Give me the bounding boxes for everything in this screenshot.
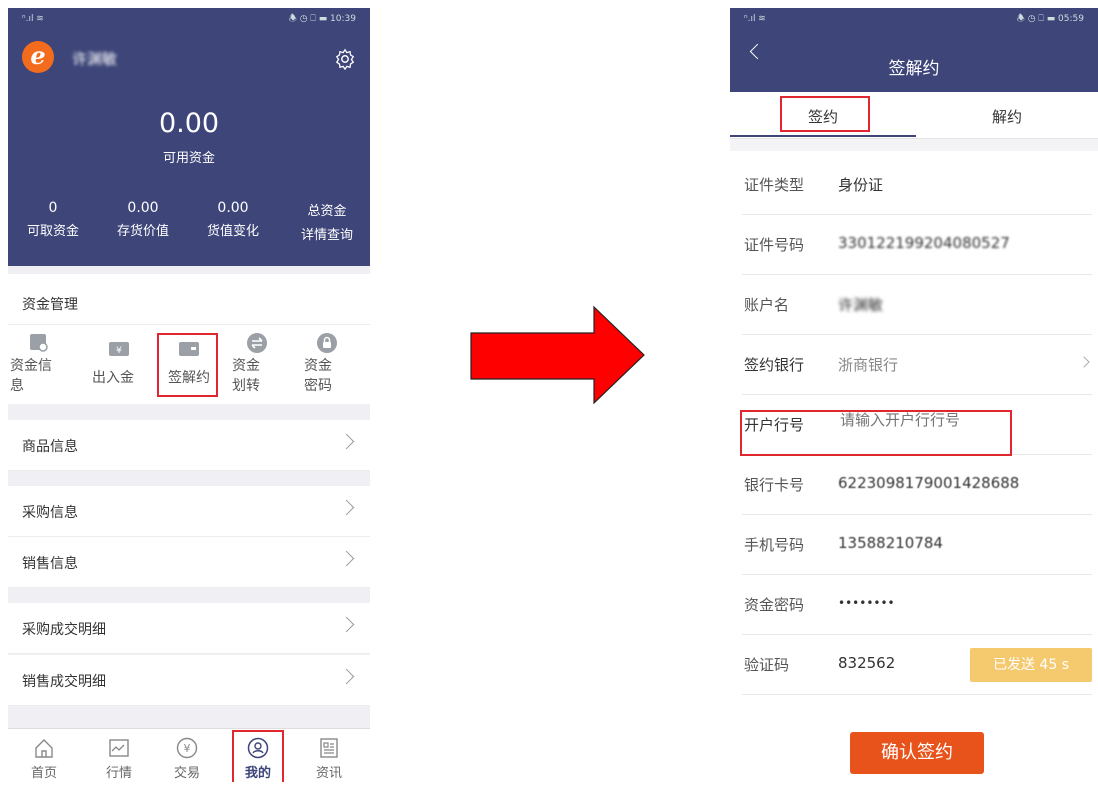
function-label: 资金信息 [10, 358, 52, 394]
fund-info-icon [30, 334, 48, 352]
highlight-tab-sign [780, 96, 870, 132]
right-phone-screen: ⁿ.ıl ≋ 🕭 ◷ ⎕ ▬ 05:59 签解约 签约 解约 证件类型 身份证 证… [730, 8, 1098, 782]
verify-code-input[interactable]: 832562 [838, 654, 895, 672]
highlight-nav-mine [232, 730, 284, 782]
deposit-icon: ¥ [109, 342, 129, 356]
menu-item-purchase-info[interactable]: 采购信息 [8, 486, 370, 537]
total-funds-link[interactable]: 总资金 详情查询 [284, 200, 370, 243]
status-time: 🕭 ◷ ⎕ ▬ 10:39 [288, 14, 356, 24]
nav-news[interactable]: 资讯 [304, 729, 354, 782]
chevron-right-icon [338, 668, 355, 685]
signal-indicator: ⁿ.ıl ≋ [744, 14, 766, 24]
chevron-right-icon [338, 499, 355, 516]
menu-item-sales-info[interactable]: 销售信息 [8, 537, 370, 588]
chevron-right-icon [338, 616, 355, 633]
available-balance-label: 可用资金 [162, 151, 215, 166]
field-phone: 手机号码 13588210784 [742, 514, 1092, 575]
field-card-number: 银行卡号 6223098179001428688 [742, 454, 1092, 515]
tab-unsign[interactable]: 解约 [916, 106, 1098, 127]
fund-info-button[interactable]: 资金信息 [8, 332, 76, 404]
stats-row: 0 可取资金 0.00 存货价值 0.00 货值变化 总资金 详情查询 [8, 200, 370, 246]
stat-stock-value: 0.00 存货价值 [116, 200, 169, 239]
user-name: 许渊敏 [72, 50, 118, 68]
chart-icon [109, 739, 129, 757]
highlight-branch-number [740, 410, 1012, 456]
app-logo: e [22, 41, 54, 73]
fund-management-title: 资金管理 [22, 297, 78, 313]
field-bank[interactable]: 签约银行 浙商银行 [742, 334, 1092, 395]
transfer-icon [247, 333, 267, 353]
svg-text:¥: ¥ [116, 346, 122, 356]
function-label: 资金划转 [232, 358, 260, 394]
news-icon [320, 738, 338, 758]
signal-indicator: ⁿ.ıl ≋ [22, 14, 44, 24]
lock-icon [317, 333, 337, 353]
deposit-button[interactable]: ¥ 出入金 [88, 332, 152, 404]
menu-item-sales-deals[interactable]: 销售成交明细 [8, 655, 370, 706]
field-verify-code: 验证码 832562 已发送 45 s [742, 634, 1092, 695]
fund-transfer-button[interactable]: 资金划转 [226, 332, 290, 404]
highlight-sign-button [157, 333, 218, 397]
svg-text:¥: ¥ [184, 742, 191, 755]
active-tab-indicator [730, 135, 916, 137]
left-phone-screen: ⁿ.ıl ≋ 🕭 ◷ ⎕ ▬ 10:39 e 许渊敏 0.00 可用资金 0 可取… [8, 8, 370, 782]
fund-password-button[interactable]: 资金密码 [294, 332, 362, 404]
field-id-number: 证件号码 330122199204080527 [742, 214, 1092, 275]
function-label: 资金密码 [304, 358, 332, 394]
stat-withdrawable: 0 可取资金 [26, 200, 79, 239]
field-id-type: 证件类型 身份证 [742, 154, 1092, 215]
home-icon [35, 739, 53, 758]
resend-code-button[interactable]: 已发送 45 s [970, 648, 1092, 682]
bottom-nav: 首页 行情 ¥ 交易 我的 资讯 [8, 728, 370, 782]
field-account-name: 账户名 许渊敏 [742, 274, 1092, 335]
nav-market[interactable]: 行情 [94, 729, 144, 782]
status-bar: ⁿ.ıl ≋ 🕭 ◷ ⎕ ▬ 10:39 [8, 8, 370, 30]
menu-item-goods-info[interactable]: 商品信息 [8, 420, 370, 471]
chevron-right-icon [338, 550, 355, 567]
gear-icon[interactable] [334, 48, 356, 70]
confirm-sign-button[interactable]: 确认签约 [850, 732, 984, 774]
chevron-right-icon [338, 433, 355, 450]
account-header: ⁿ.ıl ≋ 🕭 ◷ ⎕ ▬ 10:39 e 许渊敏 0.00 可用资金 0 可取… [8, 8, 370, 266]
stat-value-change: 0.00 货值变化 [206, 200, 259, 239]
field-fund-password: 资金密码 •••••••• [742, 574, 1092, 635]
function-label: 出入金 [92, 370, 134, 386]
nav-home[interactable]: 首页 [19, 729, 69, 782]
nav-trade[interactable]: ¥ 交易 [162, 729, 212, 782]
status-bar: ⁿ.ıl ≋ 🕭 ◷ ⎕ ▬ 05:59 [730, 8, 1098, 30]
contract-header: ⁿ.ıl ≋ 🕭 ◷ ⎕ ▬ 05:59 签解约 [730, 8, 1098, 92]
red-arrow [470, 305, 645, 405]
menu-item-purchase-deals[interactable]: 采购成交明细 [8, 603, 370, 654]
yen-icon: ¥ [176, 737, 198, 759]
status-time: 🕭 ◷ ⎕ ▬ 05:59 [1016, 14, 1084, 24]
page-title: 签解约 [888, 59, 940, 79]
chevron-right-icon [1078, 356, 1090, 368]
fund-password-input[interactable]: •••••••• [838, 596, 895, 610]
available-balance: 0.00 [158, 108, 220, 139]
